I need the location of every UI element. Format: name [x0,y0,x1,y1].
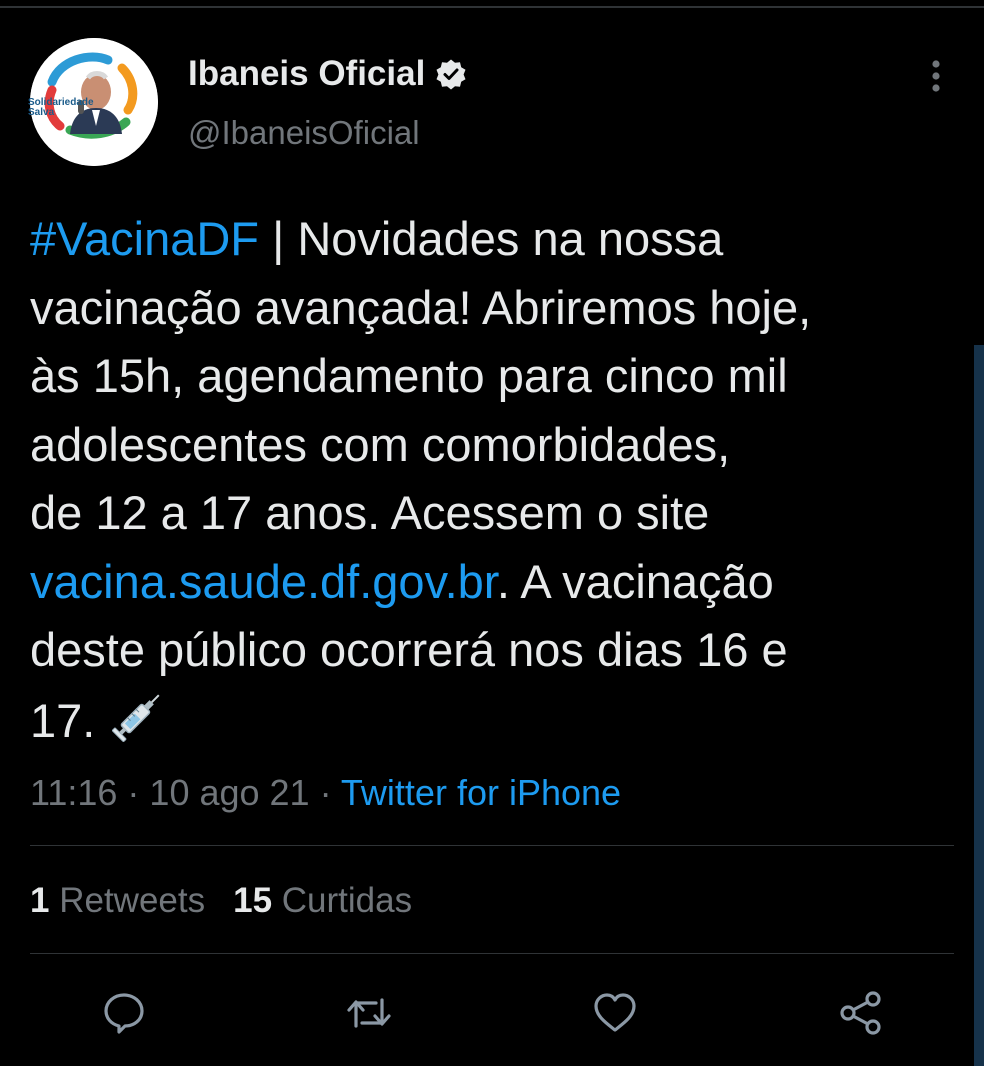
tweet-date[interactable]: 10 ago 21 [149,772,309,813]
syringe-icon [112,693,160,742]
reply-button[interactable] [99,988,149,1038]
scrollbar[interactable] [974,345,984,1066]
retweets-count: 1 [30,881,50,920]
meta-separator: · [309,772,341,813]
author-handle[interactable]: @IbaneisOficial [188,114,420,152]
retweet-icon [347,998,391,1028]
tweet-stats: 1 Retweets 15 Curtidas [30,878,440,924]
hashtag-link[interactable]: #VacinaDF [30,212,259,265]
likes-stat[interactable]: 15 Curtidas [233,878,412,924]
divider [30,845,954,846]
divider [30,953,954,954]
retweets-label: Retweets [59,881,206,920]
top-divider [0,6,984,8]
verified-badge-icon [436,59,466,90]
tweet-meta: 11:16 · 10 ago 21 · Twitter for iPhone [30,770,621,816]
tweet-time[interactable]: 11:16 [30,772,117,813]
author-name-row[interactable]: Ibaneis Oficial [188,52,467,96]
share-icon [840,991,881,1035]
avatar-caption: Solidariedade Salva [28,97,94,118]
like-button[interactable] [590,988,640,1038]
tweet-text: #VacinaDF | Novidades na nossa vacinação… [30,205,970,755]
more-vertical-icon [932,60,940,92]
reply-icon [104,993,144,1034]
meta-separator: · [117,772,150,813]
display-name[interactable]: Ibaneis Oficial [188,54,425,94]
url-link[interactable]: vacina.saude.df.gov.br [30,555,497,608]
share-button[interactable] [836,988,886,1038]
retweet-button[interactable] [344,988,394,1038]
heart-icon [594,993,636,1032]
likes-count: 15 [233,881,273,920]
more-options-button[interactable] [918,56,954,96]
tweet-source[interactable]: Twitter for iPhone [341,772,621,813]
retweets-stat[interactable]: 1 Retweets [30,878,205,924]
likes-label: Curtidas [281,881,413,920]
